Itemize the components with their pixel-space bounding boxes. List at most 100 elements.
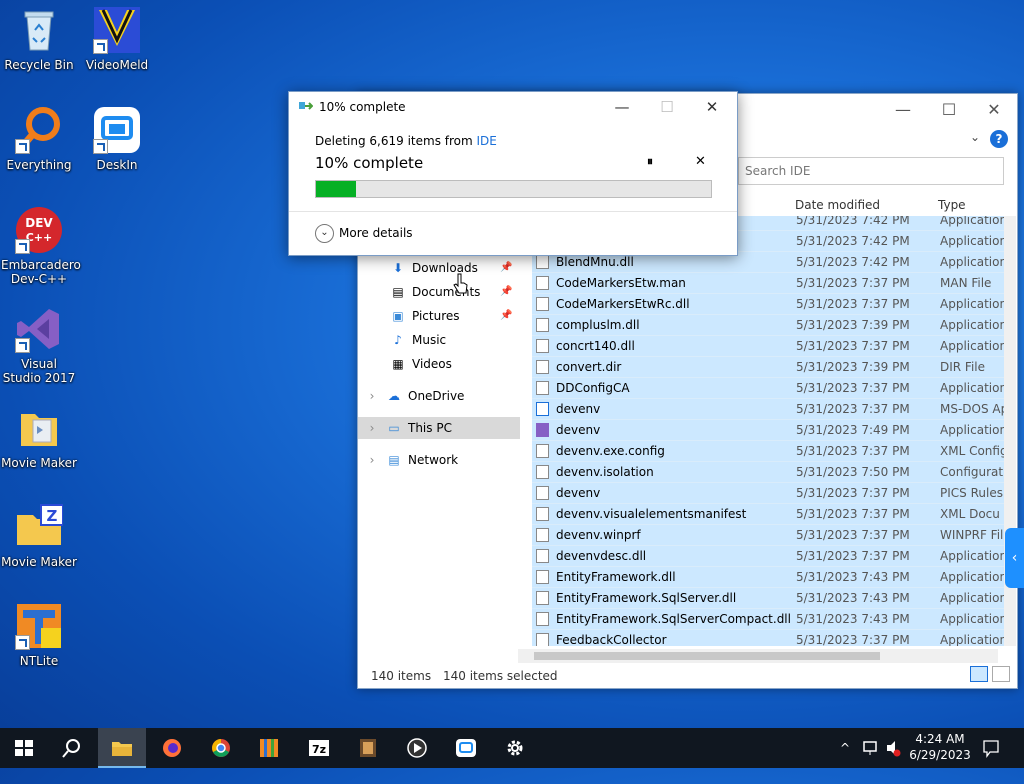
taskbar-7zip[interactable]: 7z	[295, 728, 343, 768]
taskbar-player[interactable]	[393, 728, 441, 768]
delete-progress-dialog[interactable]: 10% complete — ☐ ✕ Deleting 6,619 items …	[288, 91, 738, 256]
side-panel-toggle[interactable]: ‹	[1005, 528, 1024, 588]
shortcut-arrow-icon	[15, 139, 30, 154]
pause-button[interactable]: ⏸	[647, 154, 653, 169]
nav-item-this-pc[interactable]: › ▭ This PC	[358, 417, 520, 439]
desktop-icon-videomeld[interactable]: VideoMeld	[79, 6, 155, 72]
pin-icon: 📌	[500, 310, 513, 321]
nav-item-label: Documents	[412, 285, 481, 299]
nav-item-music[interactable]: ♪ Music	[390, 329, 446, 351]
action-center-icon[interactable]	[982, 728, 1000, 768]
file-row[interactable]: EntityFramework.dll 5/31/2023 7:43 PM Appl…	[532, 566, 1006, 587]
desktop-icon-deskin[interactable]: DeskIn	[79, 106, 155, 172]
file-row[interactable]: CodeMarkersEtwRc.dll 5/31/2023 7:37 PM App…	[532, 293, 1006, 314]
dialog-close-button[interactable]: ✕	[689, 92, 735, 122]
file-date: 5/31/2023 7:50 PM	[796, 465, 910, 479]
file-date: 5/31/2023 7:42 PM	[796, 234, 910, 248]
chevron-down-icon[interactable]: ⌄	[970, 130, 980, 144]
file-row[interactable]: EntityFramework.SqlServer.dll 5/31/2023 7…	[532, 587, 1006, 608]
file-row[interactable]: EntityFramework.SqlServerCompact.dll 5/31…	[532, 608, 1006, 629]
file-date: 5/31/2023 7:43 PM	[796, 591, 910, 605]
search-input[interactable]: Search IDE	[738, 157, 1004, 185]
onedrive-icon: ☁	[388, 389, 400, 403]
details-view-button[interactable]	[970, 666, 988, 682]
file-row[interactable]: concrt140.dll 5/31/2023 7:37 PM Applicatio…	[532, 335, 1006, 356]
large-icons-view-button[interactable]	[992, 666, 1010, 682]
folder-link[interactable]: IDE	[477, 134, 497, 148]
network-status-icon[interactable]	[862, 728, 880, 768]
search-button[interactable]	[48, 728, 96, 768]
file-row[interactable]: devenv.visualelementsmanifest 5/31/2023 7…	[532, 503, 1006, 524]
file-name: devenv.visualelementsmanifest	[556, 507, 747, 521]
file-row[interactable]: compluslm.dll 5/31/2023 7:39 PM Applicatio…	[532, 314, 1006, 335]
progress-status-text: 10% complete	[315, 154, 424, 172]
desktop-icon-movie-maker[interactable]: Movie Maker	[1, 404, 77, 470]
file-row[interactable]: DDConfigCA 5/31/2023 7:37 PM Application	[532, 377, 1006, 398]
expand-chevron-icon[interactable]: ›	[364, 385, 380, 407]
cancel-button[interactable]: ✕	[695, 154, 706, 169]
taskbar-deskin[interactable]	[442, 728, 490, 768]
file-date: 5/31/2023 7:37 PM	[796, 633, 910, 646]
winrar-icon	[260, 739, 278, 757]
shortcut-arrow-icon	[15, 635, 30, 650]
file-row[interactable]: devenvdesc.dll 5/31/2023 7:37 PM Applicati…	[532, 545, 1006, 566]
column-header-type[interactable]: Type	[938, 194, 966, 216]
help-icon[interactable]: ?	[990, 130, 1008, 148]
file-date: 5/31/2023 7:49 PM	[796, 423, 910, 437]
start-button[interactable]	[0, 728, 48, 768]
file-row[interactable]: convert.dir 5/31/2023 7:39 PM DIR File	[532, 356, 1006, 377]
taskbar-winrar[interactable]	[245, 728, 293, 768]
taskbar-movie-maker[interactable]	[344, 728, 392, 768]
taskbar-file-explorer[interactable]	[98, 728, 146, 768]
file-icon	[536, 507, 549, 521]
explorer-close-button[interactable]: ✕	[971, 94, 1017, 126]
progress-bar-fill	[316, 181, 356, 197]
explorer-maximize-button[interactable]: ☐	[926, 94, 972, 126]
file-icon	[536, 570, 549, 584]
horizontal-scrollbar-thumb[interactable]	[534, 652, 880, 660]
file-row[interactable]: devenv 5/31/2023 7:49 PM Application	[532, 419, 1006, 440]
dialog-minimize-button[interactable]: —	[599, 92, 645, 122]
file-type: Application	[940, 255, 1006, 269]
file-row[interactable]: devenv.exe.config 5/31/2023 7:37 PM XML Co…	[532, 440, 1006, 461]
nav-item-onedrive[interactable]: › ☁ OneDrive	[364, 385, 465, 407]
file-row[interactable]: devenv.isolation 5/31/2023 7:50 PM Configu…	[532, 461, 1006, 482]
chevron-down-icon[interactable]: ⌄	[315, 224, 334, 243]
nav-item-network[interactable]: › ▤ Network	[364, 449, 459, 471]
file-row[interactable]: devenv.winprf 5/31/2023 7:37 PM WINPRF Fil…	[532, 524, 1006, 545]
file-row[interactable]: FeedbackCollector 5/31/2023 7:37 PM Applic…	[532, 629, 1006, 646]
taskbar-clock[interactable]: 4:24 AM 6/29/2023	[904, 731, 976, 763]
file-icon	[536, 276, 549, 290]
expand-chevron-icon[interactable]: ›	[364, 417, 380, 439]
desktop-icon-visual-studio[interactable]: Visual Studio 2017	[1, 305, 77, 385]
file-name: EntityFramework.SqlServerCompact.dll	[556, 612, 791, 626]
taskbar-chrome[interactable]	[197, 728, 245, 768]
desktop-icon-devcpp[interactable]: DEV C++ Embarcadero Dev-C++	[1, 206, 81, 286]
file-type: XML Config	[940, 444, 1006, 458]
pin-icon: 📌	[500, 262, 513, 273]
file-name: devenv	[556, 423, 601, 437]
file-row[interactable]: devenv 5/31/2023 7:37 PM PICS Rules	[532, 482, 1006, 503]
column-header-date[interactable]: Date modified	[795, 194, 880, 216]
expand-chevron-icon[interactable]: ›	[364, 449, 380, 471]
show-hidden-icons-button[interactable]: ^	[840, 728, 850, 768]
file-name: devenvdesc.dll	[556, 549, 647, 563]
file-list[interactable]: 5/31/2023 7:42 PM Application 5/31/2023 7:…	[532, 216, 1006, 646]
nav-item-videos[interactable]: ▦ Videos	[390, 353, 452, 375]
desktop-icon-ntlite[interactable]: NTLite	[1, 602, 77, 668]
deleting-line: Deleting 6,619 items from IDE	[315, 134, 497, 148]
desktop-icon-everything[interactable]: Everything	[1, 106, 77, 172]
more-details-button[interactable]: More details	[339, 226, 413, 240]
devcpp-icon: DEV C++	[15, 206, 63, 254]
taskbar-firefox[interactable]	[148, 728, 196, 768]
file-row[interactable]: devenv 5/31/2023 7:37 PM MS-DOS Ap	[532, 398, 1006, 419]
volume-muted-icon[interactable]	[885, 728, 901, 768]
horizontal-scrollbar[interactable]	[518, 649, 998, 663]
desktop-icon-recycle-bin[interactable]: Recycle Bin	[1, 6, 77, 72]
taskbar-settings[interactable]	[491, 728, 539, 768]
explorer-minimize-button[interactable]: —	[880, 94, 926, 126]
file-row[interactable]: CodeMarkersEtw.man 5/31/2023 7:37 PM MAN F…	[532, 272, 1006, 293]
desktop-icon-movie-maker-zip[interactable]: Z Movie Maker	[1, 503, 77, 569]
desktop-icon-label: Movie Maker	[1, 555, 77, 569]
nav-item-pictures[interactable]: ▣ Pictures	[390, 305, 459, 327]
